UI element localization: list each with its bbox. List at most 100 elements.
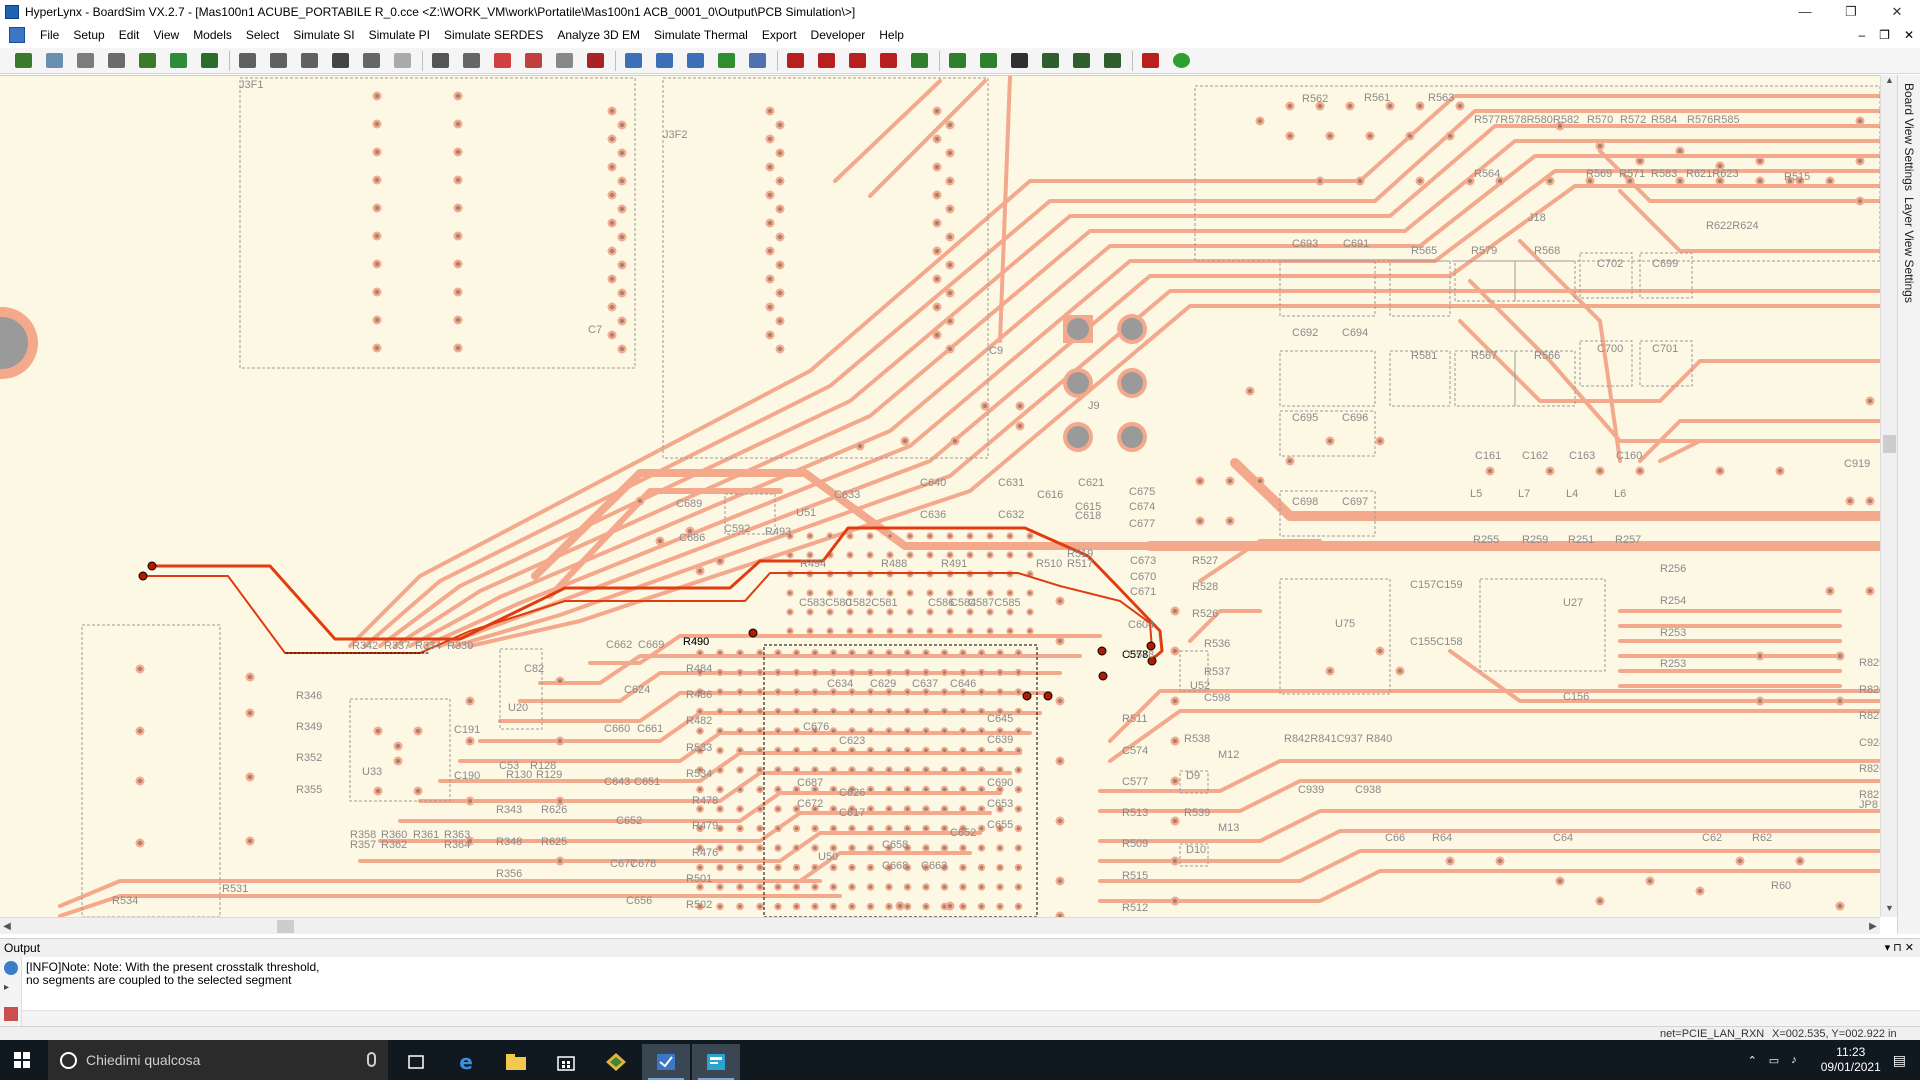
zoom-out-icon[interactable]	[267, 50, 289, 72]
timing-icon[interactable]	[1039, 50, 1061, 72]
plot-icon[interactable]	[946, 50, 968, 72]
selected-refdes-label[interactable]: R490	[683, 636, 709, 648]
file-explorer-icon[interactable]	[492, 1044, 540, 1080]
open-icon[interactable]	[43, 50, 65, 72]
stackup-icon[interactable]	[584, 50, 606, 72]
menu-setup[interactable]: Setup	[66, 24, 111, 46]
vertical-scroll-thumb[interactable]	[1883, 435, 1896, 453]
linesim-taskbar-icon[interactable]	[692, 1044, 740, 1080]
taskbar-search-box[interactable]: Chiedimi qualcosa	[48, 1040, 388, 1080]
scroll-down-arrow-icon[interactable]: ▼	[1881, 903, 1898, 917]
signal-icon[interactable]	[877, 50, 899, 72]
vertical-scrollbar[interactable]: ▲ ▼	[1880, 75, 1897, 917]
report-icon[interactable]	[746, 50, 768, 72]
store-icon[interactable]	[542, 1044, 590, 1080]
taskbar-clock[interactable]: 11:23 09/01/2021	[1821, 1045, 1881, 1075]
waveform-icon[interactable]	[522, 50, 544, 72]
menu-export[interactable]: Export	[755, 24, 804, 46]
tab-board-view-settings[interactable]: Board View Settings	[1902, 83, 1916, 191]
output-pane-controls[interactable]: ▾ ⊓ ✕	[1885, 939, 1914, 957]
zoom-fit-icon[interactable]	[298, 50, 320, 72]
document-window-icon[interactable]	[9, 27, 25, 43]
power-icon[interactable]	[815, 50, 837, 72]
save-icon[interactable]	[74, 50, 96, 72]
microphone-icon[interactable]	[367, 1052, 376, 1067]
refdes-label: R622R624	[1706, 220, 1759, 232]
run-icon[interactable]	[715, 50, 737, 72]
netlist-icon[interactable]	[429, 50, 451, 72]
windows-start-icon[interactable]	[14, 1052, 30, 1068]
menu-simulate-pi[interactable]: Simulate PI	[362, 24, 437, 46]
pcb-layout[interactable]: J3F1 J3F2 C7 C9 J9 R562 R561 R563 R577R578R580R5…	[0, 76, 1880, 917]
export-icon[interactable]	[167, 50, 189, 72]
graph-icon[interactable]	[908, 50, 930, 72]
menu-file[interactable]: File	[33, 24, 66, 46]
menu-simulate-si[interactable]: Simulate SI	[286, 24, 361, 46]
antenna-icon[interactable]	[1101, 50, 1123, 72]
emc-icon[interactable]	[1070, 50, 1092, 72]
layer-stack-icon[interactable]	[198, 50, 220, 72]
refdes-label: R348	[496, 836, 522, 848]
hyperlynx-launcher-icon[interactable]	[592, 1044, 640, 1080]
task-view-icon[interactable]	[392, 1044, 440, 1080]
spectrum-icon[interactable]	[784, 50, 806, 72]
tab-layer-view-settings[interactable]: Layer View Settings	[1902, 197, 1916, 303]
menu-models[interactable]: Models	[186, 24, 239, 46]
scroll-left-arrow-icon[interactable]: ◀	[0, 918, 14, 935]
via-drill	[609, 276, 615, 282]
show-hidden-icons-icon[interactable]: ⌃	[1748, 1054, 1757, 1067]
clear-output-icon[interactable]	[4, 1007, 18, 1021]
menu-developer[interactable]: Developer	[804, 24, 873, 46]
sweep-icon[interactable]	[977, 50, 999, 72]
select-icon[interactable]	[360, 50, 382, 72]
minimize-button[interactable]: —	[1782, 0, 1828, 23]
menu-simulate-thermal[interactable]: Simulate Thermal	[647, 24, 755, 46]
print-icon[interactable]	[105, 50, 127, 72]
net-select-icon[interactable]	[329, 50, 351, 72]
volume-icon[interactable]: ♪	[1791, 1054, 1797, 1066]
scroll-up-arrow-icon[interactable]: ▲	[1881, 75, 1898, 89]
hyperlynx-app-icon[interactable]	[5, 4, 19, 19]
new-board-icon[interactable]	[12, 50, 34, 72]
maximize-button[interactable]: ❐	[1828, 0, 1874, 23]
oscilloscope-icon[interactable]	[491, 50, 513, 72]
thermal-icon[interactable]	[846, 50, 868, 72]
edge-browser-icon[interactable]: e	[442, 1044, 490, 1080]
output-horizontal-scrollbar[interactable]	[22, 1010, 1920, 1027]
document-close-button[interactable]: ✕	[1904, 24, 1914, 46]
document-minimize-button[interactable]: –	[1858, 24, 1865, 46]
selected-refdes-label[interactable]: C578	[1122, 649, 1148, 661]
blank-page-icon[interactable]	[391, 50, 413, 72]
probe-icon[interactable]	[1139, 50, 1161, 72]
help-icon[interactable]	[1170, 50, 1192, 72]
bus-icon[interactable]	[1008, 50, 1030, 72]
copy-icon[interactable]	[136, 50, 158, 72]
component-icon[interactable]	[460, 50, 482, 72]
via-drill	[979, 885, 984, 889]
board-view-canvas[interactable]: J3F1 J3F2 C7 C9 J9 R562 R561 R563 R577R578R580R5…	[0, 75, 1880, 917]
eye-diagram-icon[interactable]	[653, 50, 675, 72]
via-drill	[767, 332, 773, 338]
expand-arrow-icon[interactable]: ▸	[4, 982, 18, 996]
menu-help[interactable]: Help	[872, 24, 911, 46]
menu-simulate-serdes[interactable]: Simulate SERDES	[437, 24, 550, 46]
batch-icon[interactable]	[684, 50, 706, 72]
menu-view[interactable]: View	[146, 24, 186, 46]
refdes-label: R513	[1122, 807, 1148, 819]
notifications-icon[interactable]: ▤	[1893, 1052, 1906, 1069]
document-restore-button[interactable]: ❐	[1879, 24, 1890, 46]
boardsim-taskbar-icon[interactable]	[642, 1044, 690, 1080]
info-icon[interactable]	[4, 961, 18, 975]
zoom-in-icon[interactable]	[236, 50, 258, 72]
network-icon[interactable]: ▭	[1769, 1054, 1779, 1067]
via-drill	[777, 150, 783, 156]
terminator-icon[interactable]	[622, 50, 644, 72]
crosstalk-icon[interactable]	[553, 50, 575, 72]
menu-select[interactable]: Select	[239, 24, 286, 46]
horizontal-scrollbar[interactable]: ◀ ▶	[0, 917, 1880, 934]
horizontal-scroll-thumb[interactable]	[277, 920, 294, 933]
scroll-right-arrow-icon[interactable]: ▶	[1866, 918, 1880, 935]
menu-analyze-3d-em[interactable]: Analyze 3D EM	[550, 24, 647, 46]
close-button[interactable]: ✕	[1874, 0, 1920, 23]
menu-edit[interactable]: Edit	[112, 24, 147, 46]
